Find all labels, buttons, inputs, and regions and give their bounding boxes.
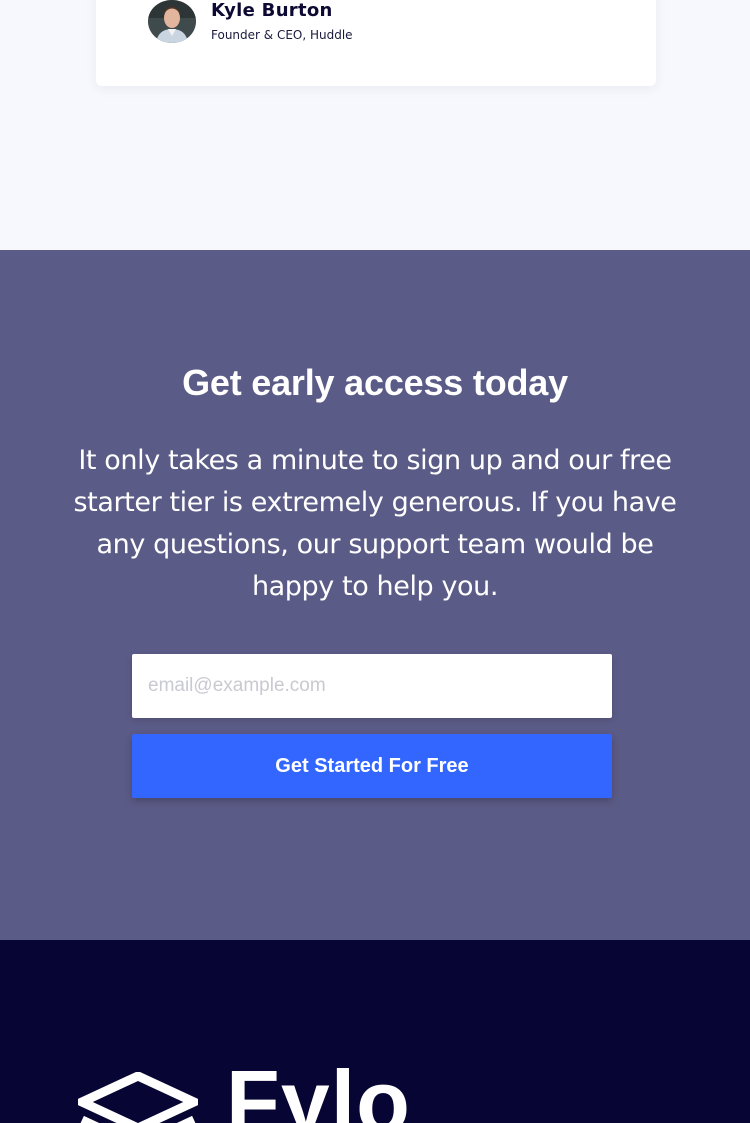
early-access-title: Get early access today [182, 362, 568, 403]
get-started-button[interactable]: Get Started For Free [132, 734, 612, 798]
testimonial-card: Kyle Burton Founder & CEO, Huddle [96, 0, 656, 86]
testimonial-author-role: Founder & CEO, Huddle [211, 28, 353, 42]
early-access-section: Get early access today It only takes a m… [0, 250, 750, 940]
footer: Fylo [0, 940, 750, 1123]
email-input[interactable] [132, 654, 612, 718]
testimonial-author-name: Kyle Burton [211, 0, 333, 21]
avatar-photo [148, 0, 196, 43]
footer-logo-text[interactable]: Fylo [226, 1058, 411, 1123]
early-access-description: It only takes a minute to sign up and ou… [73, 445, 677, 602]
fylo-logo-icon [78, 1072, 198, 1123]
testimonial-section: Kyle Burton Founder & CEO, Huddle [0, 0, 750, 250]
avatar [148, 0, 196, 43]
